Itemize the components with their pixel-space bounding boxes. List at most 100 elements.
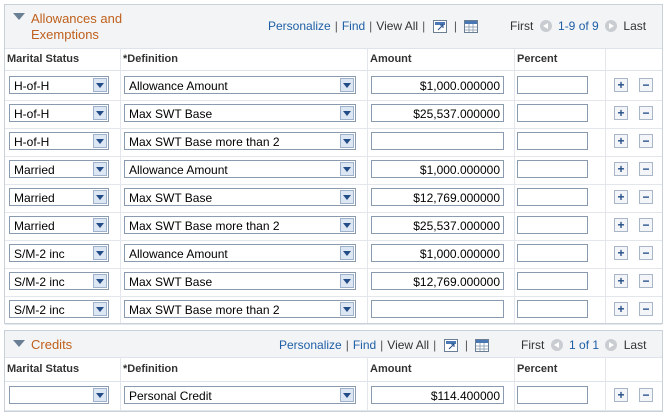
add-row-button[interactable]: + (614, 190, 628, 204)
delete-row-button[interactable]: − (639, 106, 653, 120)
dropdown-arrow-icon[interactable] (93, 78, 107, 92)
delete-row-button[interactable]: − (639, 388, 653, 402)
delete-row-button[interactable]: − (639, 246, 653, 260)
percent-input[interactable] (517, 160, 588, 178)
dropdown-arrow-icon[interactable] (93, 388, 107, 402)
percent-input[interactable] (517, 104, 588, 122)
definition-select[interactable]: Max SWT Base (124, 188, 356, 206)
download-spreadsheet-icon[interactable] (464, 20, 479, 34)
dropdown-arrow-icon[interactable] (340, 218, 354, 232)
add-row-button[interactable]: + (614, 134, 628, 148)
definition-select[interactable]: Max SWT Base (124, 104, 356, 122)
percent-input[interactable] (517, 132, 588, 150)
add-row-button[interactable]: + (614, 388, 628, 402)
percent-input[interactable] (517, 300, 588, 318)
marital-status-select[interactable]: H-of-H (9, 104, 109, 122)
amount-input[interactable]: $1,000.000000 (371, 244, 504, 262)
marital-status-select[interactable]: S/M-2 inc (9, 272, 109, 290)
dropdown-arrow-icon[interactable] (93, 134, 107, 148)
percent-input[interactable] (517, 386, 588, 404)
definition-select[interactable]: Personal Credit (124, 386, 356, 404)
view-all-link[interactable]: View All (387, 338, 429, 352)
marital-status-value: H-of-H (14, 107, 50, 121)
dropdown-arrow-icon[interactable] (340, 246, 354, 260)
amount-input[interactable] (371, 300, 504, 318)
previous-page-icon[interactable] (539, 20, 552, 32)
percent-input[interactable] (517, 76, 588, 94)
marital-status-select[interactable]: Married (9, 160, 109, 178)
dropdown-arrow-icon[interactable] (340, 274, 354, 288)
percent-input[interactable] (517, 216, 588, 234)
delete-row-button[interactable]: − (639, 190, 653, 204)
dropdown-arrow-icon[interactable] (340, 78, 354, 92)
marital-status-select[interactable] (9, 386, 109, 404)
table-row: Married Allowance Amount $1,000.000000 + − (5, 156, 662, 185)
dropdown-arrow-icon[interactable] (340, 162, 354, 176)
amount-input[interactable]: $1,000.000000 (371, 160, 504, 178)
add-row-button[interactable]: + (614, 246, 628, 260)
add-row-button[interactable]: + (614, 106, 628, 120)
dropdown-arrow-icon[interactable] (93, 106, 107, 120)
delete-row-button[interactable]: − (639, 302, 653, 316)
next-page-icon[interactable] (605, 339, 618, 351)
find-link[interactable]: Find (342, 19, 365, 33)
marital-status-select[interactable]: H-of-H (9, 76, 109, 94)
download-spreadsheet-icon[interactable] (475, 339, 490, 353)
dropdown-arrow-icon[interactable] (93, 246, 107, 260)
amount-input[interactable]: $12,769.000000 (371, 188, 504, 206)
dropdown-arrow-icon[interactable] (93, 162, 107, 176)
definition-select[interactable]: Max SWT Base (124, 272, 356, 290)
dropdown-arrow-icon[interactable] (93, 302, 107, 316)
percent-input[interactable] (517, 188, 588, 206)
marital-status-select[interactable]: S/M-2 inc (9, 300, 109, 318)
personalize-link[interactable]: Personalize (279, 338, 342, 352)
definition-select[interactable]: Allowance Amount (124, 160, 356, 178)
definition-select[interactable]: Max SWT Base more than 2 (124, 216, 356, 234)
dropdown-arrow-icon[interactable] (93, 274, 107, 288)
delete-row-button[interactable]: − (639, 134, 653, 148)
add-row-button[interactable]: + (614, 218, 628, 232)
next-page-icon[interactable] (605, 20, 618, 32)
marital-status-select[interactable]: H-of-H (9, 132, 109, 150)
delete-row-button[interactable]: − (639, 274, 653, 288)
marital-status-select[interactable]: S/M-2 inc (9, 244, 109, 262)
find-link[interactable]: Find (353, 338, 376, 352)
zoom-grid-icon[interactable] (432, 20, 447, 34)
add-row-button[interactable]: + (614, 78, 628, 92)
personalize-link[interactable]: Personalize (268, 19, 331, 33)
previous-page-icon[interactable] (550, 339, 563, 351)
delete-row-button[interactable]: − (639, 162, 653, 176)
add-row-button[interactable]: + (614, 162, 628, 176)
marital-status-select[interactable]: Married (9, 216, 109, 234)
delete-row-button[interactable]: − (639, 218, 653, 232)
definition-select[interactable]: Max SWT Base more than 2 (124, 132, 356, 150)
last-label: Last (623, 338, 647, 352)
definition-select[interactable]: Max SWT Base more than 2 (124, 300, 356, 318)
amount-input[interactable]: $25,537.000000 (371, 216, 504, 234)
collapse-triangle-icon[interactable] (13, 13, 25, 20)
amount-input[interactable]: $12,769.000000 (371, 272, 504, 290)
dropdown-arrow-icon[interactable] (340, 388, 354, 402)
amount-input[interactable]: $1,000.000000 (371, 76, 504, 94)
percent-input[interactable] (517, 272, 588, 290)
view-all-link[interactable]: View All (376, 19, 418, 33)
zoom-grid-icon[interactable] (443, 339, 458, 353)
delete-row-button[interactable]: − (639, 78, 653, 92)
dropdown-arrow-icon[interactable] (93, 218, 107, 232)
allowances-pagination: First 1-9 of 9 Last (510, 19, 646, 33)
dropdown-arrow-icon[interactable] (340, 106, 354, 120)
amount-input[interactable]: $25,537.000000 (371, 104, 504, 122)
collapse-triangle-icon[interactable] (13, 340, 25, 347)
dropdown-arrow-icon[interactable] (340, 302, 354, 316)
dropdown-arrow-icon[interactable] (340, 190, 354, 204)
marital-status-select[interactable]: Married (9, 188, 109, 206)
add-row-button[interactable]: + (614, 274, 628, 288)
dropdown-arrow-icon[interactable] (93, 190, 107, 204)
amount-input[interactable]: $114.400000 (371, 386, 504, 404)
dropdown-arrow-icon[interactable] (340, 134, 354, 148)
amount-input[interactable] (371, 132, 504, 150)
definition-select[interactable]: Allowance Amount (124, 76, 356, 94)
add-row-button[interactable]: + (614, 302, 628, 316)
definition-select[interactable]: Allowance Amount (124, 244, 356, 262)
percent-input[interactable] (517, 244, 588, 262)
